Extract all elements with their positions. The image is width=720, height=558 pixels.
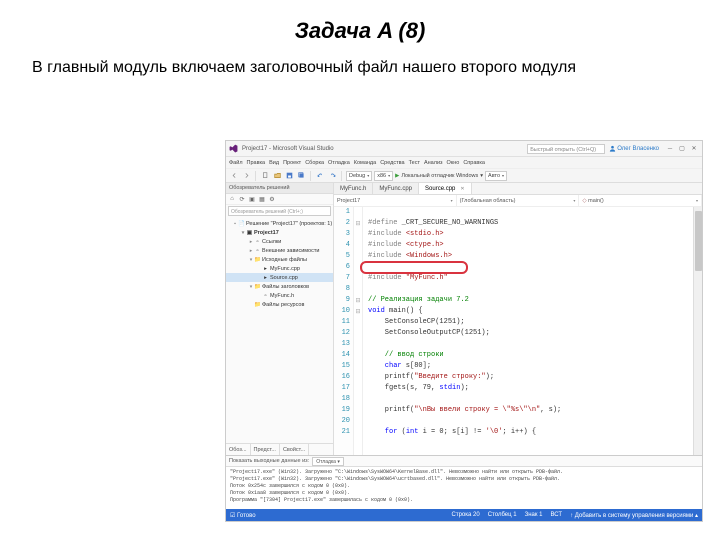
document-tabs: MyFunc.h MyFunc.cpp Source.cpp✕ xyxy=(334,183,702,195)
vs-logo-icon xyxy=(229,144,238,153)
status-mode: ВСТ xyxy=(551,512,563,518)
status-column: Столбец 1 xyxy=(488,512,517,518)
tree-headers[interactable]: ▾📁Файлы заголовков xyxy=(226,282,333,291)
tree-resources[interactable]: 📁Файлы ресурсов xyxy=(226,300,333,309)
nav-fwd-icon[interactable] xyxy=(241,171,251,181)
auto-combo[interactable]: Авто▾ xyxy=(485,171,507,181)
fold-gutter[interactable]: ⊟⊟⊟ xyxy=(354,207,363,455)
window-title: Project17 - Microsoft Visual Studio xyxy=(242,146,334,152)
code-editor[interactable]: 123456789101112131415161718192021 ⊟⊟⊟ #d… xyxy=(334,207,702,455)
editor-area: MyFunc.h MyFunc.cpp Source.cpp✕ Project1… xyxy=(334,183,702,455)
play-icon: ▶ xyxy=(395,173,399,179)
editor-scrollbar[interactable] xyxy=(693,207,702,455)
status-ready: ☑ Готово xyxy=(230,512,256,519)
tab-myfunc-h[interactable]: MyFunc.h xyxy=(334,183,373,194)
refresh-icon[interactable]: ⟳ xyxy=(238,195,246,203)
line-gutter: 123456789101112131415161718192021 xyxy=(334,207,354,455)
account-name: Олег Власенко xyxy=(617,146,659,152)
menu-window[interactable]: Окно xyxy=(447,160,460,166)
new-file-icon[interactable] xyxy=(260,171,270,181)
tab-source-cpp[interactable]: Source.cpp✕ xyxy=(419,183,472,194)
output-label: Показать выходные данные из: xyxy=(229,458,309,464)
output-panel: Показать выходные данные из: Отладка ▾ "… xyxy=(226,455,702,509)
tab-properties[interactable]: Свойст... xyxy=(280,444,309,455)
menu-analyze[interactable]: Анализ xyxy=(424,160,443,166)
properties-icon[interactable]: ⚙ xyxy=(268,195,276,203)
menu-debug[interactable]: Отладка xyxy=(328,160,350,166)
status-line: Строка 20 xyxy=(452,512,480,518)
tab-myfunc-cpp[interactable]: MyFunc.cpp xyxy=(373,183,419,194)
code-text[interactable]: #define _CRT_SECURE_NO_WARNINGS #include… xyxy=(363,207,702,455)
solution-toolbar: ⌂ ⟳ ▣ ▦ ⚙ xyxy=(226,194,333,205)
nav-member-combo[interactable]: ◇ main()▾ xyxy=(579,195,702,206)
tab-explorer[interactable]: Обоз... xyxy=(226,444,251,455)
main-toolbar: Debug▾ x86▾ ▶ Локальный отладчик Windows… xyxy=(226,169,702,183)
solution-bottom-tabs: Обоз... Предст... Свойст... xyxy=(226,443,333,455)
undo-icon[interactable] xyxy=(315,171,325,181)
tree-myfunc-cpp[interactable]: ▸MyFunc.cpp xyxy=(226,264,333,273)
redo-icon[interactable] xyxy=(327,171,337,181)
maximize-icon[interactable]: ▢ xyxy=(677,144,687,154)
solution-explorer-title: Обозреватель решений xyxy=(226,183,333,194)
output-toolbar: Показать выходные данные из: Отладка ▾ xyxy=(226,456,702,467)
menu-help[interactable]: Справка xyxy=(463,160,485,166)
platform-combo[interactable]: x86▾ xyxy=(374,171,393,181)
tree-external[interactable]: ▸▫Внешние зависимости xyxy=(226,246,333,255)
status-char: Знак 1 xyxy=(525,512,543,518)
home-icon[interactable]: ⌂ xyxy=(228,195,236,203)
tab-classview[interactable]: Предст... xyxy=(251,444,280,455)
status-bar: ☑ Готово Строка 20 Столбец 1 Знак 1 ВСТ … xyxy=(226,509,702,521)
menu-tools[interactable]: Средства xyxy=(380,160,404,166)
solution-tree: ▪📄Решение "Project17" (проектов: 1) ▾▣Pr… xyxy=(226,217,333,443)
slide-subtitle: В главный модуль включаем заголовочный ф… xyxy=(32,58,688,79)
collapse-icon[interactable]: ▣ xyxy=(248,195,256,203)
show-all-icon[interactable]: ▦ xyxy=(258,195,266,203)
menu-build[interactable]: Сборка xyxy=(305,160,324,166)
tree-refs[interactable]: ▸▫Ссылки xyxy=(226,237,333,246)
menu-edit[interactable]: Правка xyxy=(247,160,266,166)
status-publish-button[interactable]: ↑ Добавить в систему управления версиями… xyxy=(570,512,698,519)
open-icon[interactable] xyxy=(272,171,282,181)
save-all-icon[interactable] xyxy=(296,171,306,181)
tab-close-icon[interactable]: ✕ xyxy=(460,183,464,195)
tree-solution[interactable]: ▪📄Решение "Project17" (проектов: 1) xyxy=(226,219,333,228)
menu-bar: Файл Правка Вид Проект Сборка Отладка Ко… xyxy=(226,157,702,169)
menu-project[interactable]: Проект xyxy=(283,160,301,166)
tree-project[interactable]: ▾▣Project17 xyxy=(226,228,333,237)
vs-window: Project17 - Microsoft Visual Studio Быст… xyxy=(225,140,703,522)
run-label: Локальный отладчик Windows xyxy=(401,173,478,179)
tree-source-cpp[interactable]: ▸Source.cpp xyxy=(226,273,333,282)
tree-sources[interactable]: ▾📁Исходные файлы xyxy=(226,255,333,264)
nav-bar: Project17▾ (Глобальная область)▾ ◇ main(… xyxy=(334,195,702,207)
save-icon[interactable] xyxy=(284,171,294,181)
config-combo[interactable]: Debug▾ xyxy=(346,171,372,181)
minimize-icon[interactable]: ─ xyxy=(665,144,675,154)
title-bar: Project17 - Microsoft Visual Studio Быст… xyxy=(226,141,702,157)
slide-title: Задача A (8) xyxy=(0,18,720,44)
highlight-annotation xyxy=(360,261,468,274)
output-source-combo[interactable]: Отладка ▾ xyxy=(312,457,344,466)
run-button[interactable]: ▶ Локальный отладчик Windows ▾ xyxy=(395,173,483,179)
nav-project-combo[interactable]: Project17▾ xyxy=(334,195,457,206)
menu-view[interactable]: Вид xyxy=(269,160,279,166)
close-icon[interactable]: ✕ xyxy=(689,144,699,154)
menu-test[interactable]: Тест xyxy=(409,160,420,166)
output-text[interactable]: "Project17.exe" (Win32). Загружено "C:\W… xyxy=(226,467,702,509)
menu-file[interactable]: Файл xyxy=(229,160,243,166)
tree-myfunc-h[interactable]: ▫MyFunc.h xyxy=(226,291,333,300)
nav-scope-combo[interactable]: (Глобальная область)▾ xyxy=(457,195,580,206)
solution-search-input[interactable]: Обозреватель решений (Ctrl+;) xyxy=(228,206,331,216)
quick-launch-input[interactable]: Быстрый открыть (Ctrl+Q) xyxy=(527,144,605,154)
menu-team[interactable]: Команда xyxy=(354,160,376,166)
solution-explorer: Обозреватель решений ⌂ ⟳ ▣ ▦ ⚙ Обозреват… xyxy=(226,183,334,455)
workspace: Обозреватель решений ⌂ ⟳ ▣ ▦ ⚙ Обозреват… xyxy=(226,183,702,455)
account-badge[interactable]: Олег Власенко xyxy=(609,145,659,152)
nav-back-icon[interactable] xyxy=(229,171,239,181)
